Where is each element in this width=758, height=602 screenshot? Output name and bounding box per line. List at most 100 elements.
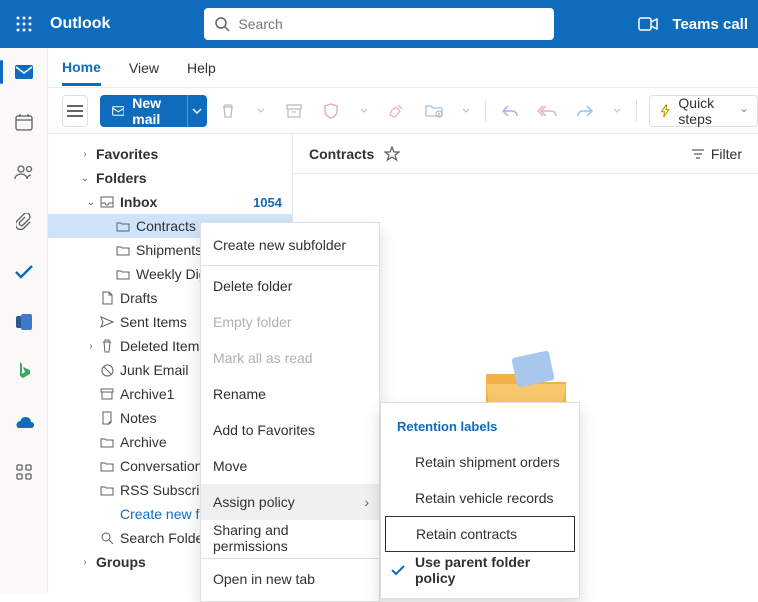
separator	[201, 265, 379, 266]
toolbar: New mail Quick steps	[0, 88, 758, 134]
ctx-assign-policy[interactable]: Assign policy›	[201, 484, 379, 520]
tree-favorites[interactable]: ›Favorites	[48, 142, 292, 166]
reply-all-icon	[537, 104, 557, 118]
policy-use-parent[interactable]: Use parent folder policy	[381, 552, 579, 588]
ctx-open-new-tab[interactable]: Open in new tab	[201, 561, 379, 597]
folder-icon	[100, 485, 114, 496]
rail-files[interactable]	[8, 206, 40, 238]
ctx-add-favorites[interactable]: Add to Favorites	[201, 412, 379, 448]
rail-word[interactable]	[8, 306, 40, 338]
ctx-create-subfolder[interactable]: Create new subfolder	[201, 227, 379, 263]
chevron-down-icon	[462, 108, 470, 113]
delete-dropdown[interactable]	[250, 95, 272, 127]
sent-icon	[100, 316, 114, 328]
nav-toggle-button[interactable]	[62, 95, 88, 127]
reply-button[interactable]	[494, 95, 525, 127]
folder-title: Contracts	[309, 146, 374, 162]
tab-help[interactable]: Help	[187, 52, 216, 84]
rail-mail[interactable]	[8, 56, 40, 88]
rail-calendar[interactable]	[8, 106, 40, 138]
ctx-delete-folder[interactable]: Delete folder	[201, 268, 379, 304]
tab-view[interactable]: View	[129, 52, 159, 84]
rail-bing[interactable]	[8, 356, 40, 388]
junk-icon	[101, 364, 114, 377]
word-icon	[15, 313, 33, 331]
policy-retain-shipment[interactable]: Retain shipment orders	[381, 444, 579, 480]
forward-icon	[576, 104, 594, 118]
hamburger-icon	[67, 105, 83, 117]
people-icon	[14, 164, 34, 180]
folder-context-menu: Create new subfolder Delete folder Empty…	[200, 222, 380, 602]
new-mail-dropdown[interactable]	[187, 95, 206, 127]
ctx-move[interactable]: Move	[201, 448, 379, 484]
filter-icon	[691, 149, 705, 159]
reply-all-button[interactable]	[531, 95, 562, 127]
lightning-icon	[660, 102, 670, 120]
rail-people[interactable]	[8, 156, 40, 188]
teams-call-link[interactable]: Teams call	[672, 16, 748, 33]
tree-folders[interactable]: ⌄Folders	[48, 166, 292, 190]
report-dropdown[interactable]	[353, 95, 375, 127]
tree-inbox[interactable]: ⌄Inbox1054	[48, 190, 292, 214]
ctx-empty-folder: Empty folder	[201, 304, 379, 340]
search-icon	[101, 532, 114, 545]
note-icon	[101, 411, 113, 425]
separator	[485, 100, 486, 122]
filter-button[interactable]: Filter	[691, 146, 742, 162]
folder-icon	[116, 245, 130, 256]
new-mail-label: New mail	[132, 95, 175, 127]
rail-todo[interactable]	[8, 256, 40, 288]
moveto-button[interactable]	[418, 95, 449, 127]
search-input[interactable]	[238, 16, 544, 32]
favorite-star-button[interactable]	[384, 146, 400, 162]
app-titlebar: Outlook Teams call	[0, 0, 758, 48]
archive-button[interactable]	[278, 95, 309, 127]
chevron-down-icon	[613, 108, 621, 113]
mail-icon	[112, 104, 125, 118]
folder-icon	[116, 221, 130, 232]
folder-icon	[100, 437, 114, 448]
apps-icon	[16, 464, 32, 480]
ctx-sharing[interactable]: Sharing and permissions	[201, 520, 379, 556]
forward-dropdown[interactable]	[606, 95, 628, 127]
policy-retain-contracts[interactable]: Retain contracts	[385, 516, 575, 552]
broom-icon	[388, 103, 404, 119]
calendar-icon	[15, 113, 33, 131]
folder-move-icon	[425, 104, 443, 118]
moveto-dropdown[interactable]	[455, 95, 477, 127]
separator	[636, 100, 637, 122]
folder-icon	[100, 461, 114, 472]
rail-more-apps[interactable]	[8, 456, 40, 488]
forward-button[interactable]	[569, 95, 600, 127]
video-icon[interactable]	[638, 17, 658, 31]
folder-icon	[116, 269, 130, 280]
tab-home[interactable]: Home	[62, 51, 101, 86]
rail-onedrive[interactable]	[8, 406, 40, 438]
trash-icon	[101, 339, 113, 353]
filter-label: Filter	[711, 146, 742, 162]
policy-retain-vehicle[interactable]: Retain vehicle records	[381, 480, 579, 516]
chevron-down-icon	[741, 108, 747, 113]
check-icon	[391, 565, 405, 576]
quick-steps-label: Quick steps	[678, 95, 733, 127]
ctx-mark-all-read: Mark all as read	[201, 340, 379, 376]
search-box[interactable]	[204, 8, 554, 40]
check-icon	[14, 264, 34, 280]
report-button[interactable]	[315, 95, 346, 127]
ctx-rename[interactable]: Rename	[201, 376, 379, 412]
delete-button[interactable]	[213, 95, 244, 127]
ribbon-tabs: Home View Help	[0, 48, 758, 88]
shield-icon	[324, 103, 338, 119]
left-app-rail	[0, 48, 48, 593]
quick-steps-button[interactable]: Quick steps	[649, 95, 758, 127]
app-launcher-button[interactable]	[10, 10, 38, 38]
assign-policy-submenu: Retention labels Retain shipment orders …	[380, 402, 580, 599]
archive-icon	[286, 104, 302, 118]
sweep-button[interactable]	[381, 95, 412, 127]
app-brand: Outlook	[50, 15, 110, 33]
inbox-count: 1054	[253, 195, 282, 210]
waffle-icon	[16, 16, 32, 32]
cloud-icon	[13, 415, 35, 429]
attachment-icon	[16, 213, 32, 231]
new-mail-button[interactable]: New mail	[100, 95, 207, 127]
